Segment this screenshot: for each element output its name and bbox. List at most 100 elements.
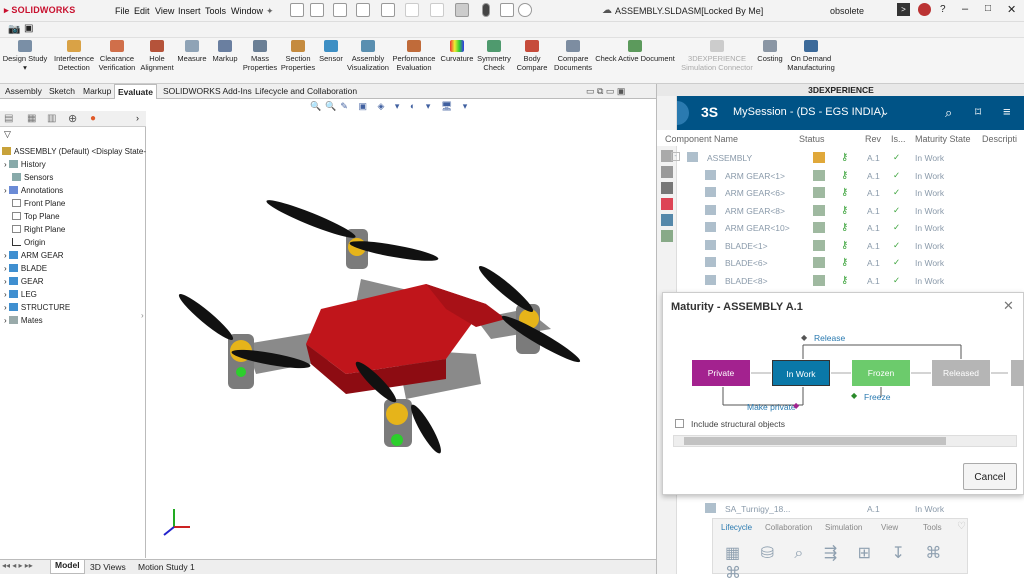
tree-item-front-plane[interactable]: Front Plane	[12, 199, 65, 211]
tab-view[interactable]: View	[881, 523, 898, 532]
command-prompt-icon[interactable]: >	[897, 3, 910, 16]
state-obsolete-partial[interactable]	[1011, 360, 1024, 386]
include-structural-checkbox[interactable]	[675, 419, 684, 428]
maximize-icon[interactable]: □	[985, 3, 991, 14]
tab-3d-views[interactable]: 3D Views	[86, 562, 130, 572]
solidworks-logo[interactable]: ▸ SOLIDWORKS	[4, 5, 75, 16]
lock-key-icon[interactable]: ⚷	[841, 152, 848, 163]
curvature-button[interactable]: Curvature	[440, 40, 474, 63]
selection-icon[interactable]: ▣	[24, 23, 33, 34]
release-transition[interactable]: Release	[814, 333, 845, 343]
cancel-button[interactable]: Cancel	[963, 463, 1017, 490]
table-row[interactable]: BLADE<8> ⚷ A.1 ✓ In Work	[657, 272, 1024, 289]
tab-markup[interactable]: Markup	[80, 86, 114, 96]
menu-edit[interactable]: Edit	[134, 6, 150, 16]
lock-key-icon[interactable]: ⚷	[841, 275, 848, 286]
minimize-icon[interactable]: –	[962, 3, 968, 15]
freeze-transition[interactable]: Freeze	[864, 392, 890, 402]
lock-key-icon[interactable]: ⚷	[841, 170, 848, 181]
markup-button[interactable]: Markup	[210, 40, 240, 63]
options-gear-icon[interactable]	[518, 3, 532, 17]
traffic-light-icon[interactable]	[482, 3, 490, 17]
display-manager-icon[interactable]: ●	[90, 113, 96, 124]
body-compare-button[interactable]: Body Compare	[515, 40, 549, 72]
print-icon[interactable]	[381, 3, 395, 17]
camera-icon[interactable]: 📷	[8, 24, 20, 35]
help-icon[interactable]: ?	[940, 4, 946, 15]
col-maturity-state[interactable]: Maturity State	[915, 134, 971, 144]
tree-root[interactable]: ASSEMBLY (Default) <Display State-1	[2, 147, 150, 159]
pin-icon[interactable]: ✦	[266, 6, 274, 17]
tab-lifecycle[interactable]: Lifecycle	[721, 523, 752, 532]
graphics-area[interactable]	[146, 99, 656, 558]
col-is[interactable]: Is...	[891, 134, 906, 144]
sensor-button[interactable]: Sensor	[318, 40, 344, 63]
tab-solidworks-addins[interactable]: SOLIDWORKS Add-Ins	[160, 86, 255, 96]
table-row[interactable]: SA_Turnigy_18... A.1 In Work	[657, 500, 1024, 517]
tree-item-blade[interactable]: › BLADE	[4, 264, 47, 276]
tree-item-annotations[interactable]: › Annotations	[4, 186, 63, 198]
table-row[interactable]: - ASSEMBLY ⚷ A.1 ✓ In Work	[657, 149, 1024, 166]
horizontal-scrollbar[interactable]	[673, 435, 1017, 447]
lock-key-icon[interactable]: ⚷	[841, 257, 848, 268]
lock-key-icon[interactable]: ⚷	[841, 187, 848, 198]
filter-icon[interactable]: ▽	[4, 129, 11, 140]
tab-tools[interactable]: Tools	[923, 523, 942, 532]
col-status[interactable]: Status	[799, 134, 825, 144]
window-controls-icon[interactable]: ▭ ⧉ ▭ ▣	[586, 86, 625, 97]
menu-insert[interactable]: Insert	[178, 6, 201, 16]
tree-item-history[interactable]: › History	[4, 160, 46, 172]
user-status[interactable]: obsolete	[830, 6, 864, 16]
performance-evaluation-button[interactable]: Performance Evaluation	[392, 40, 436, 72]
tab-lifecycle-collaboration[interactable]: Lifecycle and Collaboration	[252, 86, 360, 96]
tab-simulation[interactable]: Simulation	[825, 523, 862, 532]
tab-assembly[interactable]: Assembly	[2, 86, 45, 96]
feature-manager-icon[interactable]: ▤	[4, 113, 13, 124]
table-row[interactable]: ARM GEAR<10> ⚷ A.1 ✓ In Work	[657, 219, 1024, 236]
table-row[interactable]: BLADE<1> ⚷ A.1 ✓ In Work	[657, 237, 1024, 254]
compare-documents-button[interactable]: Compare Documents	[552, 40, 594, 72]
user-avatar-icon[interactable]	[918, 3, 931, 16]
tree-item-right-plane[interactable]: Right Plane	[12, 225, 65, 237]
menu-tools[interactable]: Tools	[205, 6, 226, 16]
tree-item-origin[interactable]: Origin	[12, 238, 45, 250]
clearance-verification-button[interactable]: Clearance Verification	[98, 40, 136, 72]
collapse-icon[interactable]: -	[671, 152, 680, 161]
tab-evaluate[interactable]: Evaluate	[114, 84, 157, 99]
more-tabs-icon[interactable]: ›	[136, 113, 139, 123]
col-component-name[interactable]: Component Name	[665, 134, 738, 144]
table-row[interactable]: BLADE<6> ⚷ A.1 ✓ In Work	[657, 254, 1024, 271]
table-row[interactable]: ARM GEAR<6> ⚷ A.1 ✓ In Work	[657, 184, 1024, 201]
lock-key-icon[interactable]: ⚷	[841, 222, 848, 233]
undo-icon[interactable]	[405, 3, 419, 17]
new-document-icon[interactable]	[310, 3, 324, 17]
tree-item-top-plane[interactable]: Top Plane	[12, 212, 60, 224]
tab-model[interactable]: Model	[50, 560, 85, 574]
tag-icon[interactable]: ⌑	[975, 105, 981, 119]
property-manager-icon[interactable]: ▦	[27, 113, 36, 124]
assembly-visualization-button[interactable]: Assembly Visualization	[346, 40, 390, 72]
tab-sketch[interactable]: Sketch	[46, 86, 78, 96]
chevron-down-icon[interactable]: ⌄	[881, 107, 889, 118]
menu-window[interactable]: Window	[231, 6, 263, 16]
state-frozen[interactable]: Frozen	[852, 360, 910, 386]
lifecycle-action-icons[interactable]: ▦ ⛁ ⌕ ⇶ ⊞ ↧ ⌘ ⌘	[725, 543, 967, 583]
state-private[interactable]: Private	[692, 360, 750, 386]
table-row[interactable]: ARM GEAR<8> ⚷ A.1 ✓ In Work	[657, 202, 1024, 219]
home-icon[interactable]	[290, 3, 304, 17]
interference-detection-button[interactable]: Interference Detection	[52, 40, 96, 72]
menu-view[interactable]: View	[155, 6, 174, 16]
open-icon[interactable]	[333, 3, 347, 17]
table-row[interactable]: ARM GEAR<1> ⚷ A.1 ✓ In Work	[657, 167, 1024, 184]
close-icon[interactable]: ✕	[1007, 3, 1016, 16]
make-private-transition[interactable]: Make private	[747, 402, 796, 412]
measure-button[interactable]: Measure	[177, 40, 207, 63]
on-demand-manufacturing-button[interactable]: On Demand Manufacturing	[786, 40, 836, 72]
col-rev[interactable]: Rev	[865, 134, 881, 144]
tab-collaboration[interactable]: Collaboration	[765, 523, 812, 532]
search-icon[interactable]: ⌕	[945, 105, 952, 121]
tree-item-arm-gear[interactable]: › ARM GEAR	[4, 251, 64, 263]
symmetry-check-button[interactable]: Symmetry Check	[476, 40, 512, 72]
tree-item-sensors[interactable]: Sensors	[12, 173, 53, 185]
redo-icon[interactable]	[430, 3, 444, 17]
